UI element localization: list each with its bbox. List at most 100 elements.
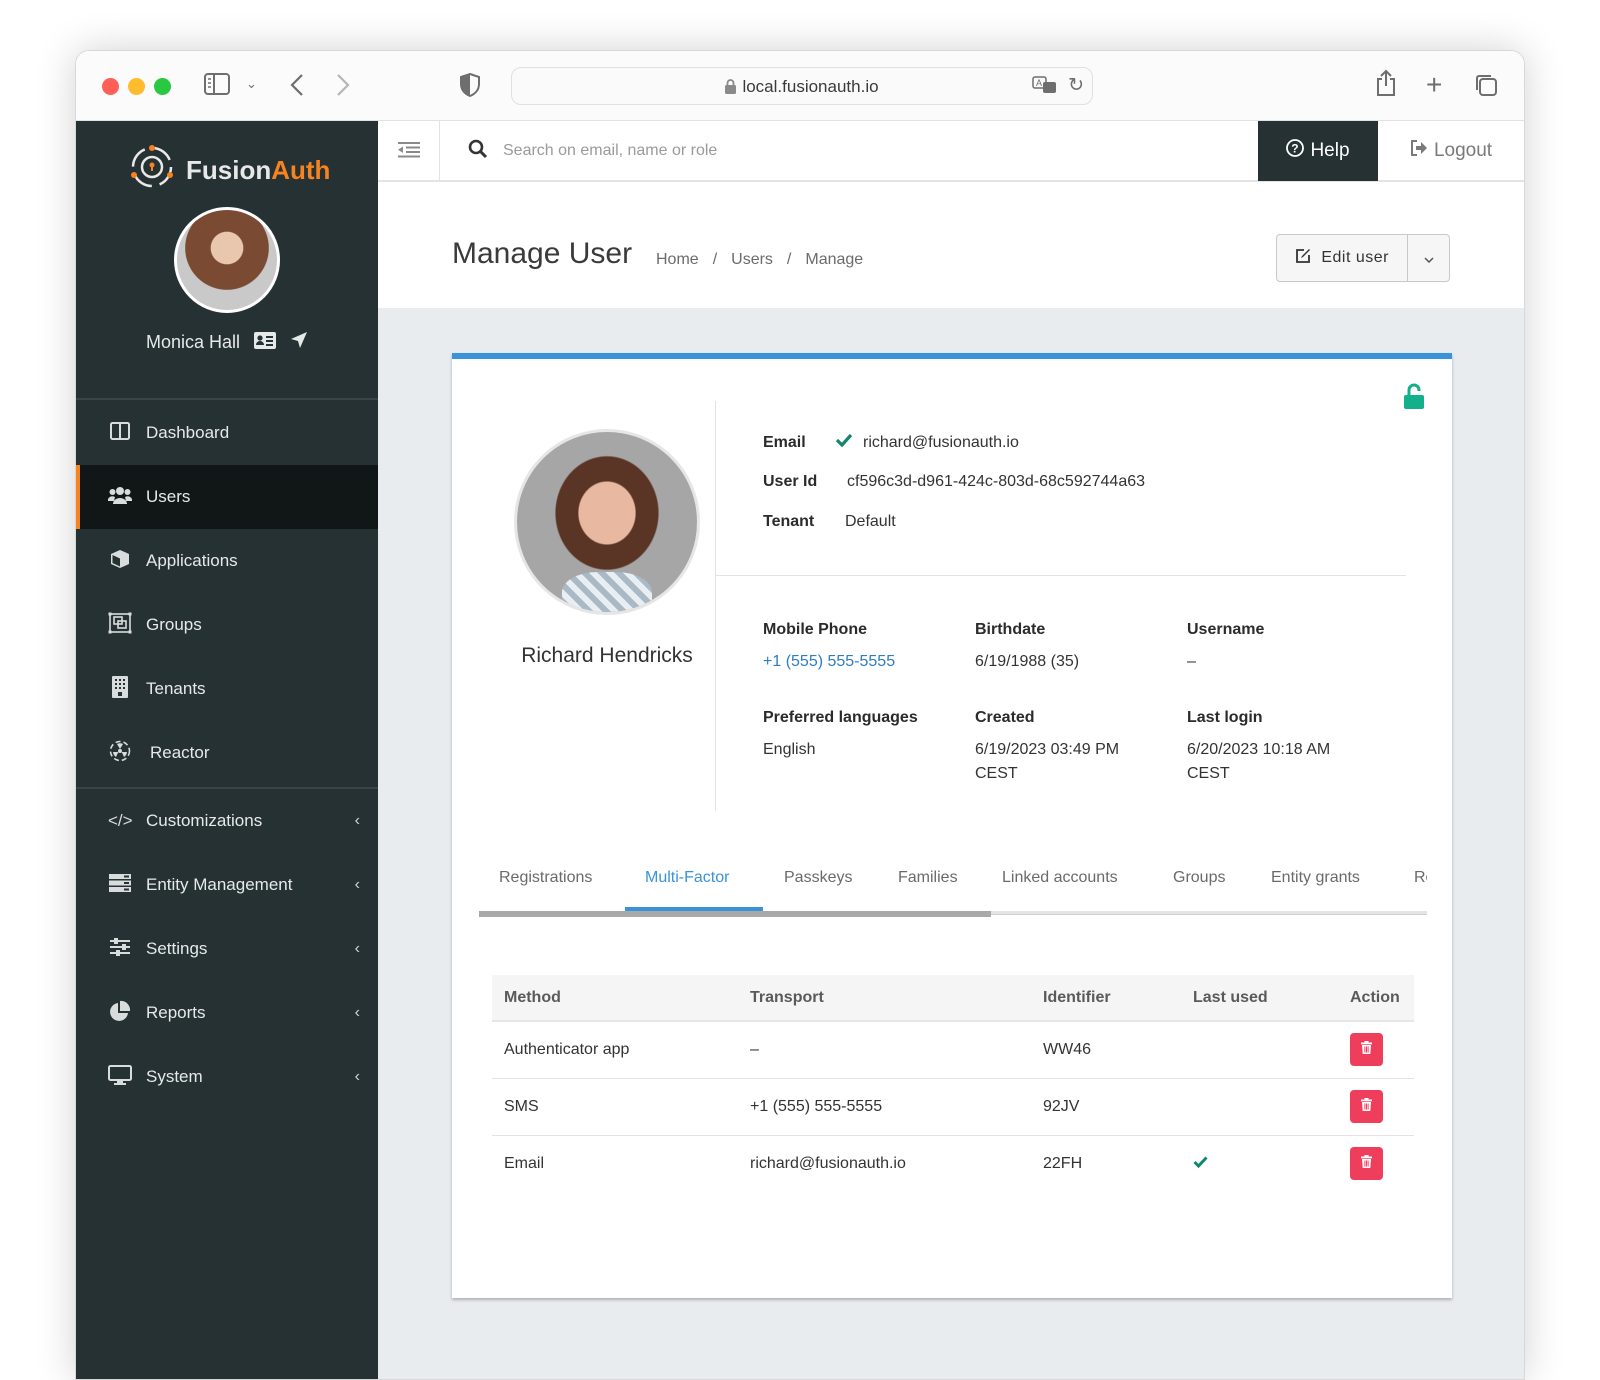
back-icon[interactable] — [290, 73, 304, 101]
fusionauth-logo[interactable]: FusionAuth — [128, 143, 330, 198]
tab-overview-icon[interactable] — [1474, 73, 1498, 101]
cell-identifier: 92JV — [1031, 1078, 1181, 1136]
sidebar-item-label: Reactor — [150, 743, 210, 762]
sidebar-item-settings[interactable]: Settings ‹ — [76, 917, 378, 981]
trash-icon — [1361, 1040, 1372, 1059]
verified-check-icon — [835, 433, 853, 452]
shield-icon[interactable] — [460, 72, 480, 101]
userid-row: User Id cf596c3d-d961-424c-803d-68c59274… — [763, 473, 1145, 491]
sidebar-toggle-icon[interactable] — [204, 73, 230, 99]
share-icon[interactable] — [1376, 69, 1396, 101]
sidebar-item-label: Applications — [146, 551, 238, 570]
pie-chart-icon — [108, 1000, 132, 1027]
tab-overflow[interactable]: Re — [1414, 869, 1427, 915]
reload-icon[interactable]: ↻ — [1068, 76, 1084, 95]
field-label: Last login — [1187, 709, 1263, 726]
breadcrumb-separator: / — [786, 251, 792, 268]
cell-last-used — [1181, 1021, 1338, 1079]
breadcrumb-home[interactable]: Home — [656, 251, 699, 269]
menu-toggle-button[interactable] — [378, 121, 440, 180]
sidebar-item-reports[interactable]: Reports ‹ — [76, 981, 378, 1045]
location-arrow-icon[interactable] — [290, 331, 308, 354]
sidebar: FusionAuth Monica Hall Dashboard Users A… — [76, 121, 378, 1379]
translate-icon[interactable]: A — [1032, 76, 1058, 100]
tab-linked-accounts[interactable]: Linked accounts — [1002, 869, 1118, 915]
breadcrumb: Home / Users / Manage — [656, 251, 863, 269]
browser-window: ⌄ local.fusionauth.io A ↻ + FusionAuth M… — [75, 50, 1525, 1380]
search-input[interactable] — [503, 135, 1103, 167]
help-button[interactable]: ? Help — [1258, 121, 1378, 181]
url-label: local.fusionauth.io — [742, 77, 879, 96]
field-label: Username — [1187, 621, 1265, 638]
close-window-button[interactable] — [102, 78, 119, 95]
field-label: Mobile Phone — [763, 621, 867, 638]
desktop-icon — [108, 1064, 132, 1090]
table-header-row: Method Transport Identifier Last used Ac… — [492, 975, 1414, 1022]
delete-button[interactable] — [1350, 1033, 1383, 1067]
edit-user-button[interactable]: Edit user — [1277, 235, 1407, 281]
table-row: SMS +1 (555) 555-5555 92JV — [492, 1078, 1414, 1136]
tenant-label: Tenant — [763, 513, 815, 530]
tab-passkeys[interactable]: Passkeys — [784, 869, 852, 915]
logo-text-fusion: Fusion — [186, 155, 272, 185]
current-user-avatar[interactable] — [174, 207, 280, 313]
tab-registrations[interactable]: Registrations — [499, 869, 592, 915]
breadcrumb-users[interactable]: Users — [731, 251, 773, 269]
preferred-languages-field: Preferred languages English — [763, 709, 918, 762]
userid-value: cf596c3d-d961-424c-803d-68c592744a63 — [847, 473, 1146, 490]
sliders-icon — [108, 937, 132, 961]
sidebar-item-label: Users — [146, 487, 191, 506]
sidebar-item-system[interactable]: System ‹ — [76, 1045, 378, 1109]
sidebar-item-reactor[interactable]: Reactor — [76, 721, 378, 785]
lock-icon — [725, 79, 737, 99]
tabs-scrollbar-thumb[interactable] — [479, 911, 991, 917]
delete-button[interactable] — [1350, 1090, 1383, 1123]
maximize-window-button[interactable] — [154, 78, 171, 95]
edit-user-dropdown-toggle[interactable] — [1407, 235, 1449, 281]
sidebar-item-groups[interactable]: Groups — [76, 593, 378, 657]
last-used-check-icon — [1193, 1155, 1208, 1172]
id-card-icon[interactable] — [254, 331, 277, 354]
created-field: Created 6/19/2023 03:49 PM CEST — [975, 709, 1119, 786]
question-circle-icon: ? — [1286, 139, 1305, 163]
chevron-down-icon — [1423, 251, 1434, 266]
sidebar-item-entity-management[interactable]: Entity Management ‹ — [76, 853, 378, 917]
tab-entity-grants[interactable]: Entity grants — [1271, 869, 1360, 915]
field-label: Birthdate — [975, 621, 1046, 638]
sidebar-item-applications[interactable]: Applications — [76, 529, 378, 593]
trash-icon — [1361, 1154, 1372, 1173]
object-group-icon — [108, 612, 132, 639]
address-bar[interactable]: local.fusionauth.io A ↻ — [511, 67, 1093, 105]
minimize-window-button[interactable] — [128, 78, 145, 95]
sidebar-item-label: Settings — [146, 939, 208, 958]
cell-identifier: WW46 — [1031, 1021, 1181, 1079]
cell-method: SMS — [492, 1078, 738, 1136]
logout-button[interactable]: Logout — [1378, 121, 1524, 181]
new-tab-icon[interactable]: + — [1426, 71, 1442, 99]
users-icon — [107, 486, 133, 509]
sidebar-item-dashboard[interactable]: Dashboard — [76, 401, 378, 465]
chevron-down-icon[interactable]: ⌄ — [246, 77, 257, 90]
sidebar-item-users[interactable]: Users — [76, 465, 378, 529]
active-tab-indicator — [625, 907, 763, 911]
column-header-action: Action — [1338, 975, 1414, 1022]
tenant-value: Default — [845, 513, 896, 530]
sidebar-item-customizations[interactable]: </> Customizations ‹ — [76, 789, 378, 853]
tab-families[interactable]: Families — [898, 869, 958, 915]
mobile-phone-link[interactable]: +1 (555) 555-5555 — [763, 650, 895, 674]
sidebar-item-tenants[interactable]: Tenants — [76, 657, 378, 721]
forward-icon[interactable] — [336, 73, 350, 101]
breadcrumb-manage: Manage — [805, 251, 864, 268]
chevron-left-icon: ‹ — [354, 812, 360, 829]
sign-out-icon — [1410, 140, 1428, 162]
cell-transport: +1 (555) 555-5555 — [738, 1078, 1031, 1136]
tab-groups[interactable]: Groups — [1173, 869, 1225, 915]
svg-text:?: ? — [1292, 142, 1299, 156]
field-value: English — [763, 741, 816, 758]
cell-method: Email — [504, 1154, 545, 1172]
column-header-method: Method — [492, 975, 738, 1022]
edit-icon — [1295, 248, 1311, 269]
delete-button[interactable] — [1350, 1147, 1383, 1181]
field-value: – — [1187, 653, 1196, 670]
chevron-left-icon: ‹ — [354, 1004, 360, 1021]
